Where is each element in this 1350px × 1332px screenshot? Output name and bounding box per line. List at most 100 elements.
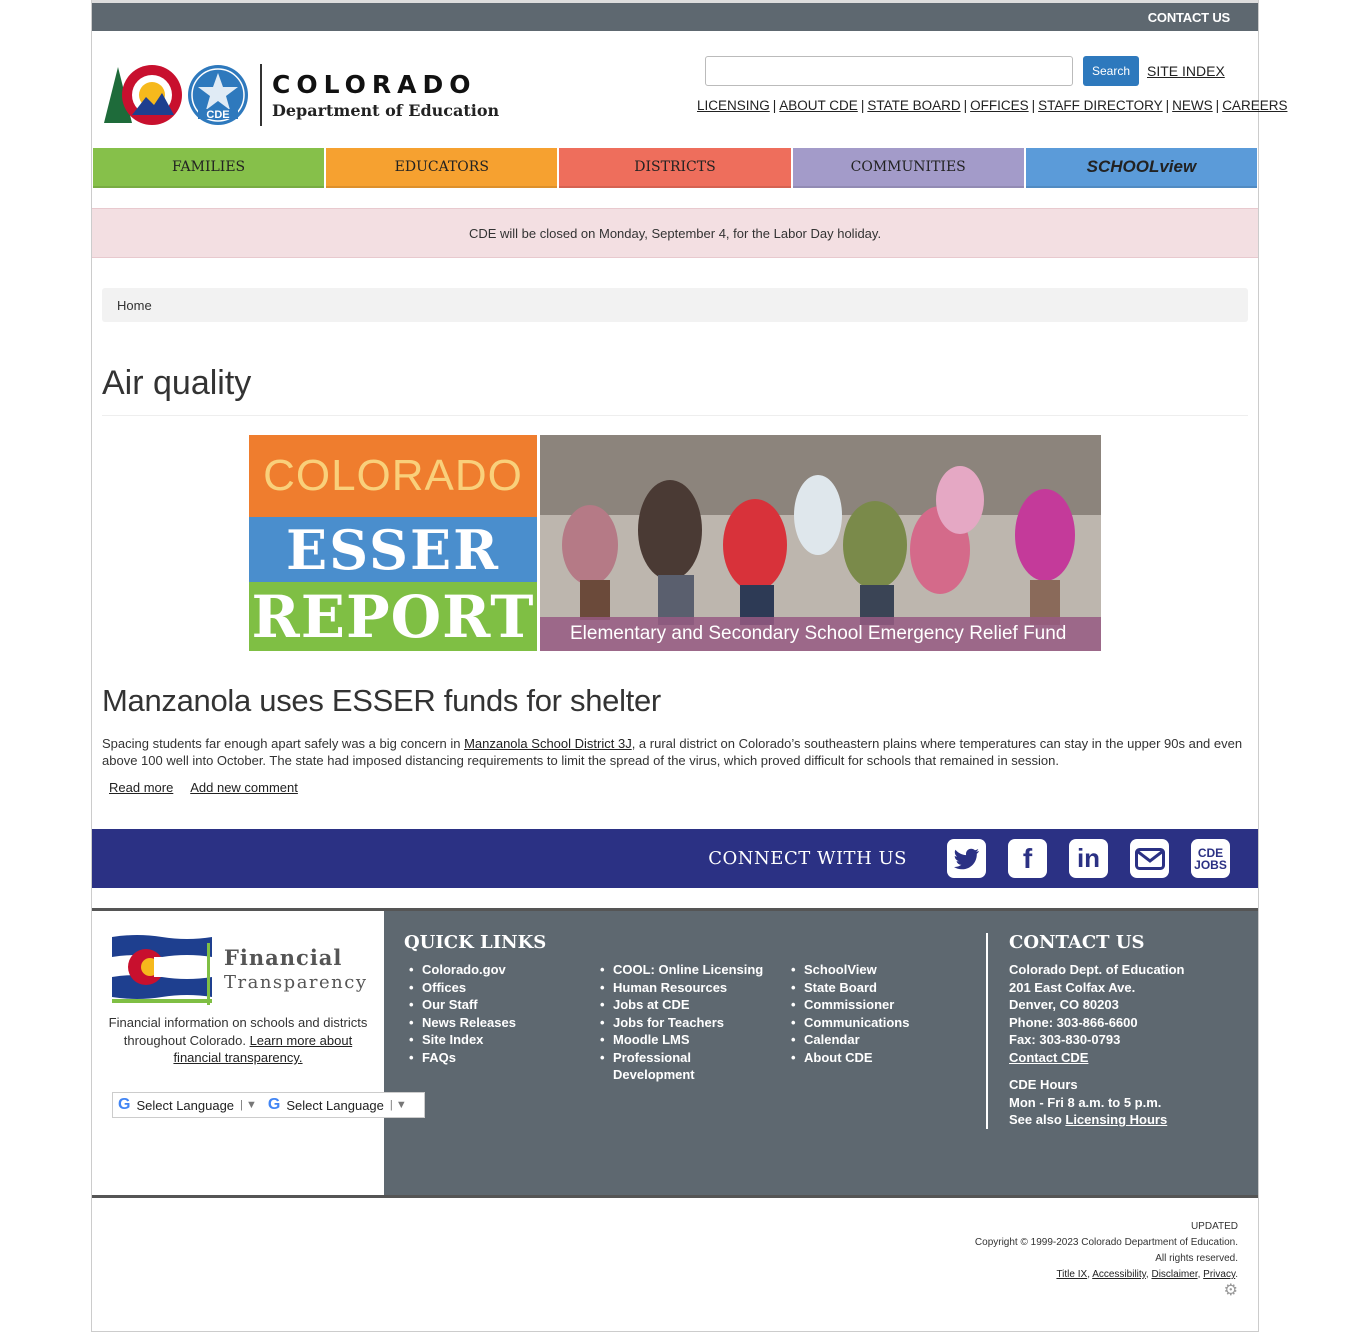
google-g-icon: G [267, 1096, 281, 1113]
licensing-hours-link[interactable]: Licensing Hours [1065, 1112, 1167, 1127]
quick-link[interactable]: Site Index [397, 1031, 516, 1049]
email-icon[interactable] [1130, 839, 1169, 878]
search-button[interactable]: Search [1083, 56, 1139, 86]
contact-cde-link[interactable]: Contact CDE [1009, 1050, 1088, 1065]
article-text-before: Spacing students far enough apart safely… [102, 736, 465, 751]
cde-logo[interactable]: CDE COLORADO Department of Education [102, 63, 499, 127]
quick-links-col-1: Colorado.gov Offices Our Staff News Rele… [397, 961, 516, 1066]
utility-links: LICENSING | ABOUT CDE | STATE BOARD | OFFICES |… [697, 98, 1288, 113]
nav-communities[interactable]: COMMUNITIES [792, 148, 1024, 188]
site-index-link[interactable]: SITE INDEX [1147, 63, 1225, 79]
accessibility-link[interactable]: Accessibility [1092, 1269, 1146, 1280]
title-ix-link[interactable]: Title IX [1056, 1269, 1087, 1280]
quick-link[interactable]: Colorado.gov [397, 961, 516, 979]
quick-links-col-3: SchoolView State Board Commissioner Comm… [779, 961, 909, 1066]
banner-colorado: COLORADO [249, 435, 537, 517]
licensing-link[interactable]: LICENSING [697, 98, 770, 113]
connect-bar: CONNECT WITH US f in CDE JOBS [92, 829, 1258, 888]
quick-link[interactable]: Professional Development [588, 1049, 708, 1084]
quick-link[interactable]: News Releases [397, 1014, 516, 1032]
cde-jobs-line1: CDE [1197, 845, 1224, 860]
article-links: Read more Add new comment [102, 780, 1252, 795]
financial-transparency-logo[interactable]: Financial Transparency [112, 933, 368, 1009]
nav-educators[interactable]: EDUCATORS [326, 148, 558, 188]
quick-link[interactable]: FAQs [397, 1049, 516, 1067]
state-board-link[interactable]: STATE BOARD [867, 98, 960, 113]
quick-link[interactable]: Communications [779, 1014, 909, 1032]
read-more-link[interactable]: Read more [109, 780, 173, 795]
students-photo: Elementary and Secondary School Emergenc… [540, 435, 1101, 651]
banner-caption: Elementary and Secondary School Emergenc… [540, 617, 1101, 651]
contact-info: Colorado Dept. of Education 201 East Col… [1009, 961, 1185, 1129]
quick-link[interactable]: Our Staff [397, 996, 516, 1014]
alert-banner: CDE will be closed on Monday, September … [92, 208, 1258, 258]
select-language-2[interactable]: Select Language [286, 1098, 384, 1113]
quick-links-title: QUICK LINKS [404, 932, 547, 953]
quick-link[interactable]: State Board [779, 979, 909, 997]
transparency-word: Transparency [224, 972, 368, 993]
cde-jobs-line2: JOBS [1194, 857, 1227, 872]
banner-text-block: COLORADO ESSER REPORT [249, 435, 537, 651]
search-input[interactable] [705, 56, 1073, 86]
contact-line: Phone: 303-866-6600 [1009, 1014, 1138, 1030]
logo-department: Department of Education [272, 101, 500, 120]
article-title[interactable]: Manzanola uses ESSER funds for shelter [102, 683, 1252, 719]
colorado-flag-icon [112, 933, 212, 1009]
careers-link[interactable]: CAREERS [1222, 98, 1287, 113]
esser-banner[interactable]: COLORADO ESSER REPORT Elementary and Sec… [249, 435, 1102, 653]
facebook-icon[interactable]: f [1008, 839, 1047, 878]
nav-schoolview[interactable]: SCHOOLview [1025, 148, 1258, 188]
linkedin-icon[interactable]: in [1069, 839, 1108, 878]
updated-label: UPDATED [1190, 1221, 1238, 1232]
facebook-glyph: f [1022, 842, 1033, 874]
translate-widget: G Select Language | ▼ G Select Language … [112, 1092, 425, 1118]
linkedin-glyph: in [1076, 843, 1101, 873]
twitter-icon[interactable] [947, 839, 986, 878]
news-link[interactable]: NEWS [1172, 98, 1213, 113]
nav-districts[interactable]: DISTRICTS [559, 148, 791, 188]
quick-link[interactable]: Commissioner [779, 996, 909, 1014]
gear-icon[interactable]: ⚙ [975, 1283, 1238, 1299]
about-cde-link[interactable]: ABOUT CDE [779, 98, 858, 113]
select-language-1[interactable]: Select Language [136, 1098, 234, 1113]
rights-text: All rights reserved. [1155, 1253, 1238, 1264]
top-bar: CONTACT US [92, 0, 1258, 31]
dropdown-arrow-icon[interactable]: | ▼ [390, 1099, 407, 1111]
cde-hours-title: CDE Hours [1009, 1077, 1078, 1092]
breadcrumb-home[interactable]: Home [117, 298, 152, 313]
logo-text: COLORADO Department of Education [260, 64, 499, 126]
nav-families[interactable]: FAMILIES [93, 148, 325, 188]
legal-links: Title IX, Accessibility, Disclaimer, Pri… [1056, 1269, 1238, 1280]
offices-link[interactable]: OFFICES [970, 98, 1029, 113]
quick-link[interactable]: Jobs at CDE [588, 996, 768, 1014]
dropdown-arrow-icon[interactable]: | ▼ [240, 1099, 257, 1111]
search-row: Search SITE INDEX [705, 56, 1225, 86]
quick-link[interactable]: Human Resources [588, 979, 768, 997]
contact-line: 201 East Colfax Ave. [1009, 979, 1136, 995]
quick-link[interactable]: Offices [397, 979, 516, 997]
privacy-link[interactable]: Privacy [1203, 1269, 1235, 1280]
copyright-text: Copyright © 1999-2023 Colorado Departmen… [974, 1237, 1238, 1248]
quick-link[interactable]: COOL: Online Licensing [588, 961, 768, 979]
contact-line: Denver, CO 80203 [1009, 997, 1119, 1012]
financial-transparency-panel: Financial Transparency Financial informa… [92, 911, 425, 1195]
disclaimer-link[interactable]: Disclaimer [1151, 1269, 1197, 1280]
financial-transparency-words: Financial Transparency [224, 945, 368, 993]
article: Manzanola uses ESSER funds for shelter S… [102, 683, 1252, 795]
staff-directory-link[interactable]: STAFF DIRECTORY [1038, 98, 1163, 113]
quick-link[interactable]: Calendar [779, 1031, 909, 1049]
cde-jobs-icon[interactable]: CDE JOBS [1191, 839, 1230, 878]
contact-line: Colorado Dept. of Education [1009, 962, 1185, 977]
add-comment-link[interactable]: Add new comment [190, 780, 298, 795]
bottom-legal: UPDATED Copyright © 1999-2023 Colorado D… [975, 1219, 1238, 1299]
quick-links-col-2: COOL: Online Licensing Human Resources J… [588, 961, 768, 1084]
main-nav: FAMILIES EDUCATORS DISTRICTS COMMUNITIES… [93, 148, 1258, 188]
contact-us-link[interactable]: CONTACT US [1148, 10, 1230, 25]
quick-link[interactable]: About CDE [779, 1049, 909, 1067]
page-container: CONTACT US CDE COLORADO Department of Ed… [91, 0, 1287, 1332]
manzanola-district-link[interactable]: Manzanola School District 3J [464, 736, 632, 751]
quick-link[interactable]: Moodle LMS [588, 1031, 768, 1049]
see-also-text: See also [1009, 1112, 1066, 1127]
quick-link[interactable]: Jobs for Teachers [588, 1014, 768, 1032]
quick-link[interactable]: SchoolView [779, 961, 909, 979]
